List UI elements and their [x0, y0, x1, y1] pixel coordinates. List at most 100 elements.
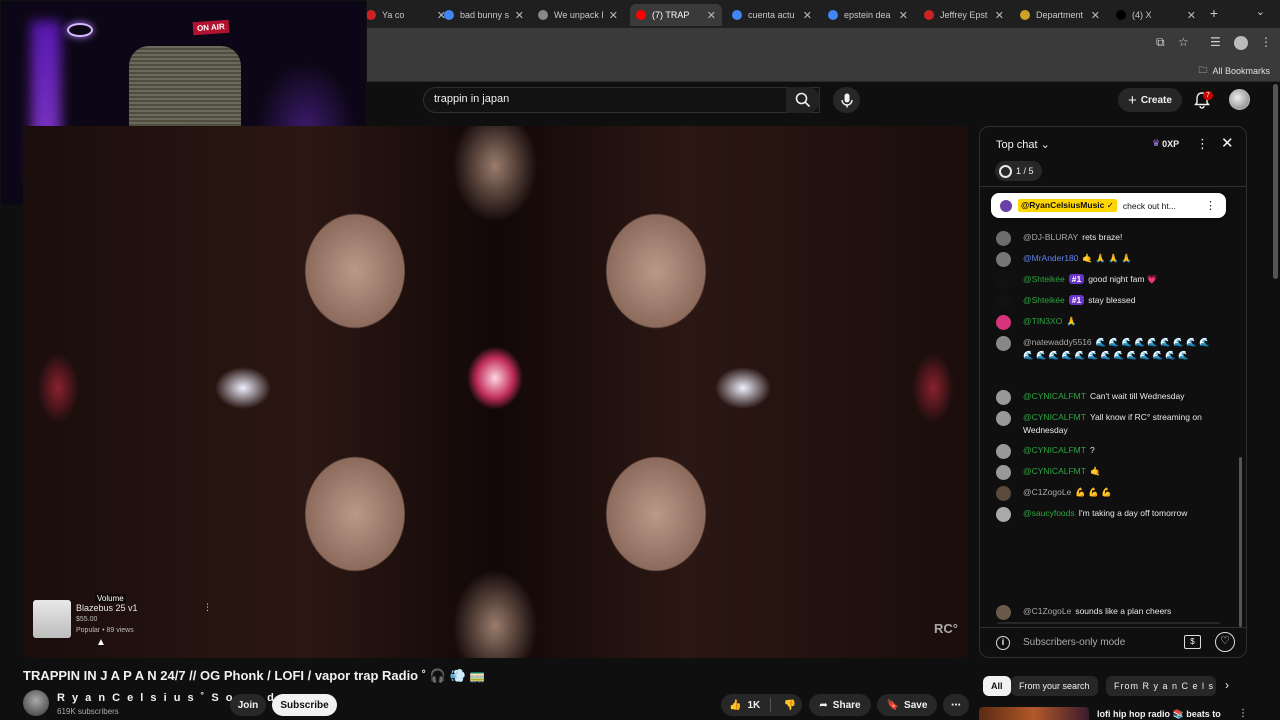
browser-tab[interactable]: Department ✕ [1014, 4, 1106, 26]
share-button[interactable]: ➦ Share [809, 694, 871, 716]
tab-favicon-icon [636, 10, 646, 20]
close-tab-icon[interactable]: ✕ [995, 9, 1004, 22]
super-chat-icon[interactable]: $ [1184, 635, 1201, 649]
chat-message[interactable]: @MrAnder180 🤙 🙏 🙏 🙏 [996, 252, 1222, 267]
goal-progress-pill[interactable]: 1 / 5 [995, 161, 1042, 181]
chat-message[interactable]: @C1ZogoLe sounds like a plan cheers [996, 605, 1222, 620]
chat-author-name[interactable]: @C1ZogoLe [1023, 606, 1071, 616]
chip-all[interactable]: All [983, 676, 1011, 696]
recommendation-more-icon[interactable]: ⋮ [1238, 708, 1248, 719]
subscribe-button[interactable]: Subscribe [272, 694, 337, 716]
chat-message[interactable]: @CYNICALFMT 🤙 [996, 465, 1222, 480]
chat-author-name[interactable]: @CYNICALFMT [1023, 391, 1086, 401]
thumbs-down-icon: 👎 [783, 699, 797, 711]
bookmark-star-icon[interactable]: ☆ [1178, 35, 1189, 49]
browser-tab[interactable]: bad bunny s ✕ [438, 4, 530, 26]
subscriber-count: 619K subscribers [57, 707, 119, 716]
media-control-icon[interactable]: ☰ [1210, 35, 1221, 49]
chat-message[interactable]: @TIN3XO 🙏 [996, 315, 1222, 330]
browser-tab[interactable]: We unpack E ✕ [532, 4, 624, 26]
chat-message[interactable]: @CYNICALFMT Yall know if RC° streaming on… [996, 411, 1222, 437]
close-tab-icon[interactable]: ✕ [803, 9, 812, 22]
chat-message[interactable]: @DJ-BLURAY rets braze! [996, 231, 1222, 246]
chip-from-channel[interactable]: From R y a n C e l s i u s [1106, 676, 1216, 696]
save-button[interactable]: 🔖 Save [877, 694, 937, 716]
chat-author-name[interactable]: @natewaddy5516 [1023, 337, 1092, 347]
chat-author-name[interactable]: @Shteikée [1023, 295, 1065, 305]
browser-tab[interactable]: Jeffrey Epst ✕ [918, 4, 1010, 26]
chat-author-name[interactable]: @TIN3XO [1023, 316, 1062, 326]
chat-message[interactable]: @C1ZogoLe 💪 💪 💪 [996, 486, 1222, 501]
chat-author-name[interactable]: @Shteikée [1023, 274, 1065, 284]
chat-more-icon[interactable]: ⋮ [1196, 136, 1209, 152]
chat-message-text: good night fam 💗 [1088, 274, 1158, 284]
voice-search-button[interactable] [833, 87, 860, 113]
goal-progress-text: 1 / 5 [1016, 166, 1034, 176]
close-tab-icon[interactable]: ✕ [515, 9, 524, 22]
dislike-button[interactable]: 👎 [777, 694, 803, 716]
tab-title: cuenta actu [748, 10, 795, 20]
chat-message[interactable]: @CYNICALFMT? [996, 444, 1222, 459]
heart-reaction-icon[interactable]: ♡ [1215, 632, 1235, 652]
close-tab-icon[interactable]: ✕ [1091, 9, 1100, 22]
chevron-right-icon[interactable]: › [1225, 678, 1229, 692]
close-tab-icon[interactable]: ✕ [899, 9, 908, 22]
chat-mode-dropdown[interactable]: Top chat ⌄ [996, 138, 1050, 152]
new-tab-button[interactable]: + [1210, 5, 1218, 21]
more-actions-button[interactable]: ⋯ [943, 694, 969, 716]
xp-badge[interactable]: ♛ 0XP [1152, 138, 1179, 149]
chat-message[interactable]: @Shteikée #1 stay blessed [996, 294, 1222, 309]
live-chat-panel: Top chat ⌄ ♛ 0XP ⋮ ✕ 1 / 5 @RyanCelsiusM… [979, 126, 1247, 658]
chat-message-text: sounds like a plan cheers [1075, 606, 1172, 616]
chat-message[interactable]: @saucyfoods I'm taking a day off tomorrow [996, 507, 1222, 522]
channel-watermark[interactable]: RC° [934, 621, 958, 636]
product-more-icon[interactable]: ⋮ [203, 602, 212, 613]
chat-author-name[interactable]: @MrAnder180 [1023, 253, 1078, 263]
all-bookmarks-button[interactable]: 🗀 All Bookmarks [1198, 63, 1270, 79]
pinned-message[interactable]: @RyanCelsiusMusic ✓ check out ht... ⋮ [991, 193, 1226, 218]
chat-message-list[interactable]: @DJ-BLURAY rets braze! @MrAnder180 🤙 🙏 🙏 🙏 @… [980, 219, 1238, 624]
close-tab-icon[interactable]: ✕ [1187, 9, 1196, 22]
browser-tab[interactable]: (4) X ✕ [1110, 4, 1202, 26]
chat-author-name[interactable]: @DJ-BLURAY [1023, 232, 1078, 242]
install-icon[interactable]: ⧉ [1156, 35, 1165, 50]
tab-search-icon[interactable]: ⌄ [1256, 5, 1265, 18]
chat-message-text: 🙏 [1066, 316, 1077, 326]
info-icon[interactable]: i [996, 636, 1010, 650]
chat-message[interactable]: @CYNICALFMT Can't wait till Wednesday [996, 390, 1222, 405]
page-scrollbar[interactable] [1273, 84, 1278, 279]
close-tab-icon[interactable]: ✕ [609, 9, 618, 22]
browser-tab[interactable]: (7) TRAP ✕ [630, 4, 722, 26]
chip-from-your-search[interactable]: From your search [1011, 676, 1098, 696]
video-player[interactable]: Blazebus 25 v1 Volume $55.00 Popular • 8… [23, 126, 968, 658]
search-box[interactable]: ✕ [423, 87, 820, 113]
browser-menu-icon[interactable]: ⋮ [1260, 35, 1272, 49]
pinned-more-icon[interactable]: ⋮ [1205, 199, 1216, 212]
chat-author-avatar [996, 336, 1011, 351]
account-avatar[interactable] [1229, 89, 1250, 110]
recommendation-title[interactable]: lofi hip hop radio 📚 beats to [1097, 709, 1221, 720]
mouse-cursor-icon: ▲ [96, 637, 106, 648]
browser-tab[interactable]: epstein dea ✕ [822, 4, 914, 26]
browser-tab[interactable]: cuenta actu ✕ [726, 4, 818, 26]
chat-author-avatar [996, 486, 1011, 501]
product-card[interactable]: Blazebus 25 v1 Volume $55.00 Popular • 8… [33, 594, 213, 640]
chat-author-name[interactable]: @CYNICALFMT [1023, 466, 1086, 476]
chat-author-name[interactable]: @CYNICALFMT [1023, 412, 1086, 422]
chat-message[interactable]: @Shteikée #1 good night fam 💗 [996, 273, 1222, 288]
chat-author-name[interactable]: @CYNICALFMT [1023, 445, 1086, 455]
chat-message[interactable]: @natewaddy5516 🌊 🌊 🌊 🌊 🌊 🌊 🌊 🌊 🌊 🌊 🌊 🌊 🌊 … [996, 336, 1222, 362]
close-chat-icon[interactable]: ✕ [1221, 134, 1234, 152]
product-price: $55.00 [76, 616, 98, 623]
chat-author-name[interactable]: @C1ZogoLe [1023, 487, 1071, 497]
recommendation-thumbnail[interactable] [979, 707, 1089, 720]
chat-scrollbar[interactable] [1239, 457, 1242, 627]
close-tab-icon[interactable]: ✕ [707, 9, 716, 22]
search-input[interactable] [434, 93, 754, 105]
join-button[interactable]: Join [230, 694, 266, 716]
chat-author-name[interactable]: @saucyfoods [1023, 508, 1075, 518]
channel-avatar[interactable] [23, 690, 49, 716]
create-button[interactable]: + Create [1118, 88, 1182, 112]
profile-avatar[interactable] [1234, 36, 1248, 50]
search-button[interactable] [786, 87, 820, 113]
